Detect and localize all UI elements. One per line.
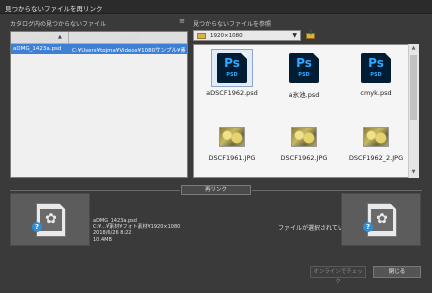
document-icon: ✿ xyxy=(36,203,66,237)
sort-up-icon: ▲ xyxy=(58,34,62,40)
jpg-thumbnail xyxy=(219,127,245,147)
flower-icon: ✿ xyxy=(45,211,57,227)
file-tile-name: DSCF1962.JPG xyxy=(280,154,328,162)
row-file-name: aDMG_1423a.psd xyxy=(13,45,62,52)
column-header-name[interactable]: ファイル名 ▲ xyxy=(11,32,69,44)
online-check-button[interactable]: オンラインでチェック xyxy=(310,266,366,285)
missing-files-caption: カタログ内の見つからないファイル xyxy=(10,21,107,28)
missing-file-preview: ✿ ? xyxy=(10,193,90,246)
file-tile[interactable]: Ps PSD cmyk.psd xyxy=(341,49,411,101)
up-arrow-icon: ↑ xyxy=(308,29,314,37)
file-tile[interactable]: DSCF1962_2.JPG xyxy=(341,117,411,169)
title-bar: 見つからないファイルを再リンク xyxy=(0,0,432,14)
document-icon: ✿ xyxy=(367,203,397,237)
jpg-thumbnail xyxy=(363,127,389,147)
file-tile[interactable]: Ps PSD aDSCF1962.psd xyxy=(197,49,267,101)
scroll-up-icon[interactable]: ▲ xyxy=(408,45,419,53)
psd-badge-text: PSD xyxy=(298,72,310,78)
browse-files-caption: 見つからないファイルを参照 xyxy=(193,21,272,28)
missing-files-list: ファイル名 ▲ 元の場所 aDMG_1423a.psd C:¥Users¥toj… xyxy=(10,31,188,178)
column-location-label: 元の場所 xyxy=(116,36,141,43)
file-tile-name: aDSCF1962.psd xyxy=(206,89,258,97)
psd-badge-text: PSD xyxy=(370,72,382,78)
scrollbar-thumb[interactable] xyxy=(410,55,417,120)
divider xyxy=(252,190,422,191)
scroll-down-icon[interactable]: ▼ xyxy=(408,169,419,177)
list-menu-icon[interactable]: ≡ xyxy=(176,17,188,27)
file-tile[interactable]: Ps PSD a氷池.psd xyxy=(269,49,339,101)
flower-icon: ✿ xyxy=(376,211,388,227)
ps-badge-text: Ps xyxy=(224,56,240,70)
window-title: 見つからないファイルを再リンク xyxy=(5,5,103,13)
photoshop-file-icon: Ps PSD xyxy=(217,53,247,83)
up-folder-button[interactable]: ↑ xyxy=(305,29,316,41)
file-tile[interactable]: DSCF1961.JPG xyxy=(197,117,267,169)
file-tile-name: DSCF1962_2.JPG xyxy=(348,154,404,162)
relink-button[interactable]: 再リンク xyxy=(181,185,251,195)
file-tile[interactable]: DSCF1962.JPG xyxy=(269,117,339,169)
jpg-thumbnail xyxy=(291,127,317,147)
file-tile-name: cmyk.psd xyxy=(360,89,392,97)
ps-badge-text: Ps xyxy=(296,56,312,70)
folder-icon xyxy=(197,33,206,39)
folder-dropdown-value: 1920×1080 xyxy=(210,33,243,39)
info-size: 10.4MB xyxy=(93,236,112,243)
missing-file-info: aDMG_1423a.psd C:¥...¥素材¥フォト素材¥1920×1080… xyxy=(93,218,180,243)
table-row[interactable]: aDMG_1423a.psd C:¥Users¥tojma¥Videos¥108… xyxy=(11,44,187,54)
photoshop-file-icon: Ps PSD xyxy=(361,53,391,83)
folder-dropdown[interactable]: 1920×1080 ▼ xyxy=(193,30,301,41)
column-name-label: ファイル名 xyxy=(24,36,55,43)
photoshop-file-icon: Ps PSD xyxy=(289,53,319,83)
chevron-down-icon: ▼ xyxy=(292,32,297,39)
psd-badge-text: PSD xyxy=(226,72,238,78)
replacement-file-preview: ✿ ? xyxy=(341,193,421,246)
ps-badge-text: Ps xyxy=(368,56,384,70)
file-browser-grid: Ps PSD aDSCF1962.psd Ps PSD a氷池.psd Ps P… xyxy=(193,44,419,178)
list-header: ファイル名 ▲ 元の場所 xyxy=(11,32,187,44)
divider xyxy=(10,190,180,191)
column-header-location[interactable]: 元の場所 xyxy=(70,32,187,44)
close-button[interactable]: 閉じる xyxy=(373,266,421,278)
file-tile-name: DSCF1961.JPG xyxy=(208,154,256,162)
question-icon: ? xyxy=(32,222,42,232)
row-original-location: C:¥Users¥tojma¥Videos¥1080サンプル¥素材¥... xyxy=(72,47,185,54)
question-icon: ? xyxy=(363,222,373,232)
file-tile-name: a氷池.psd xyxy=(288,91,320,99)
